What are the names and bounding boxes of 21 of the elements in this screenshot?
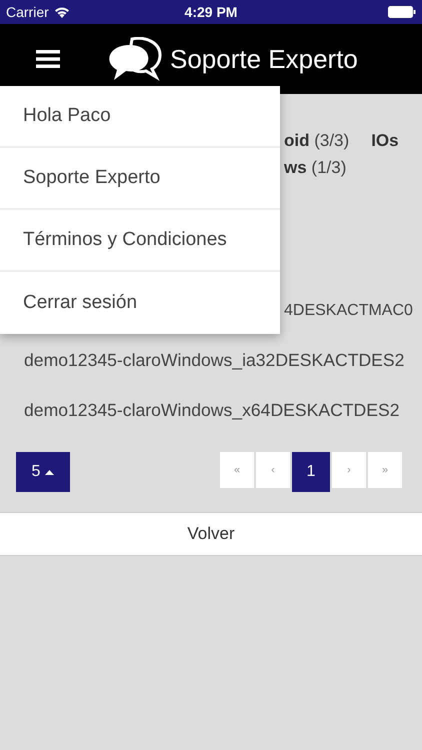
page-size-button[interactable]: 5 [16, 452, 70, 492]
list-item-text: demo12345-claroWindows_x64DESKACTDES2 [24, 400, 400, 420]
list-item-text: 4DESKACTMAC0 [284, 302, 413, 319]
back-button[interactable]: Volver [0, 512, 422, 556]
chat-bubbles-icon [108, 37, 162, 81]
stat-text: oid (3/3) [284, 130, 350, 151]
list-item-text: demo12345-claroWindows_ia32DESKACTDES2 [24, 350, 404, 370]
status-time: 4:29 PM [184, 4, 238, 20]
menu-item[interactable]: Soporte Experto [0, 148, 280, 210]
stat-text: ws (1/3) [284, 157, 348, 178]
menu-item[interactable]: Términos y Condiciones [0, 210, 280, 272]
menu-icon[interactable] [36, 49, 60, 69]
menu-item[interactable]: Hola Paco [0, 86, 280, 148]
caret-icon [45, 470, 54, 474]
menu-item[interactable]: Cerrar sesión [0, 272, 280, 334]
page-button[interactable]: 1 [292, 452, 330, 492]
wifi-icon [54, 6, 70, 18]
stat-text: IOs [371, 130, 399, 151]
battery-icon [388, 6, 416, 18]
carrier-label: Carrier [6, 4, 49, 20]
app-title: Soporte Experto [170, 44, 358, 74]
